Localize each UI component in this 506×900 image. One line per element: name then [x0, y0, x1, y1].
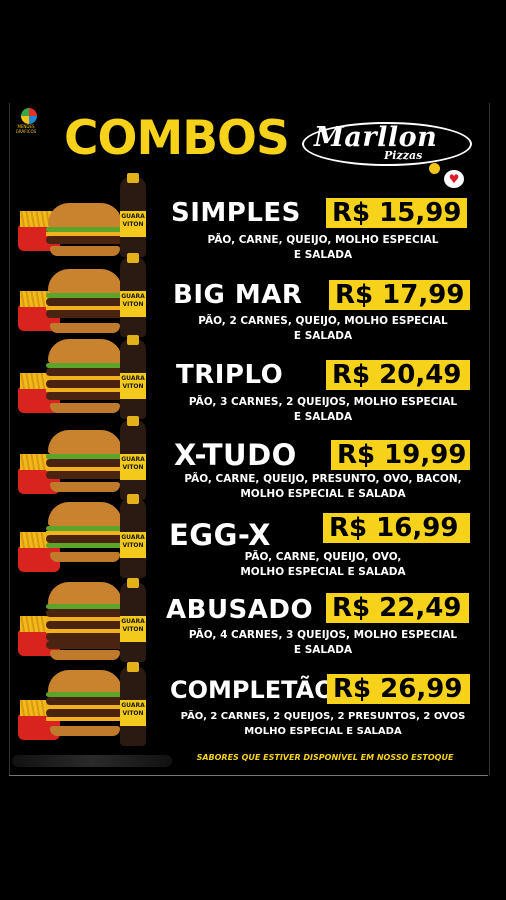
- bottle-icon: GUARA VITON: [120, 662, 146, 746]
- combo-image: GUARA VITON: [12, 578, 152, 664]
- designer-logo-icon: [21, 108, 37, 124]
- footer-note: SABORES QUE ESTIVER DISPONÍVEL EM NOSSO …: [196, 753, 454, 762]
- bottle-icon: GUARA VITON: [120, 173, 146, 257]
- combo-description: PÃO, CARNE, QUEIJO, MOLHO ESPECIAL E SALA…: [207, 234, 439, 261]
- combo-image: GUARA VITON: [12, 173, 152, 259]
- heart-icon: ♥: [444, 170, 464, 188]
- bottle-icon: GUARA VITON: [120, 578, 146, 662]
- combo-image: GUARA VITON: [12, 494, 152, 580]
- combo-name: ABUSADO: [166, 595, 314, 625]
- bottle-icon: GUARA VITON: [120, 494, 146, 578]
- combo-description: PÃO, 4 CARNES, 3 QUEIJOS, MOLHO ESPECIAL…: [188, 629, 458, 656]
- combo-image: GUARA VITON: [12, 416, 152, 502]
- combo-name: SIMPLES: [171, 198, 301, 228]
- combo-name: BIG MAR: [173, 280, 303, 310]
- combo-price: R$ 16,99: [323, 513, 470, 543]
- combo-price: R$ 20,49: [326, 360, 470, 390]
- combo-description: PÃO, CARNE, QUEIJO, PRESUNTO, OVO, BACON…: [184, 473, 462, 500]
- bottle-icon: GUARA VITON: [120, 416, 146, 500]
- bottle-icon: GUARA VITON: [120, 253, 146, 337]
- combo-price: R$ 15,99: [326, 198, 468, 228]
- combo-description: PÃO, 2 CARNES, 2 QUEIJOS, 2 PRESUNTOS, 2…: [180, 711, 466, 737]
- page-title: COMBOS: [64, 111, 290, 166]
- brand-subtitle: Pizzas: [384, 149, 423, 162]
- combo-name: X-TUDO: [174, 438, 297, 472]
- brand-logo: Marllon Pizzas: [302, 118, 472, 170]
- emoji-icon: [429, 163, 440, 174]
- combo-description: PÃO, CARNE, QUEIJO, OVO, MOLHO ESPECIAL E…: [240, 551, 406, 578]
- combo-name: TRIPLO: [176, 360, 284, 390]
- combo-price: R$ 26,99: [327, 674, 470, 704]
- designer-logo: MENDES GRÁFICOS: [14, 108, 44, 138]
- decorative-bar: [12, 755, 172, 767]
- bottle-icon: GUARA VITON: [120, 335, 146, 419]
- combo-name: EGG-X: [169, 518, 271, 552]
- combo-price: R$ 22,49: [326, 593, 469, 623]
- combo-image: GUARA VITON: [12, 335, 152, 421]
- divider: [9, 775, 488, 776]
- combo-description: PÃO, 3 CARNES, 2 QUEIJOS, MOLHO ESPECIAL…: [188, 396, 458, 423]
- designer-logo-text: GRÁFICOS: [15, 129, 37, 134]
- combo-description: PÃO, 2 CARNES, QUEIJO, MOLHO ESPECIAL E S…: [198, 315, 448, 342]
- combo-image: GUARA VITON: [12, 662, 152, 748]
- combo-price: R$ 17,99: [329, 280, 471, 310]
- combo-image: GUARA VITON: [12, 253, 152, 339]
- combo-name: COMPLETÃO: [170, 676, 335, 704]
- combo-price: R$ 19,99: [331, 440, 470, 470]
